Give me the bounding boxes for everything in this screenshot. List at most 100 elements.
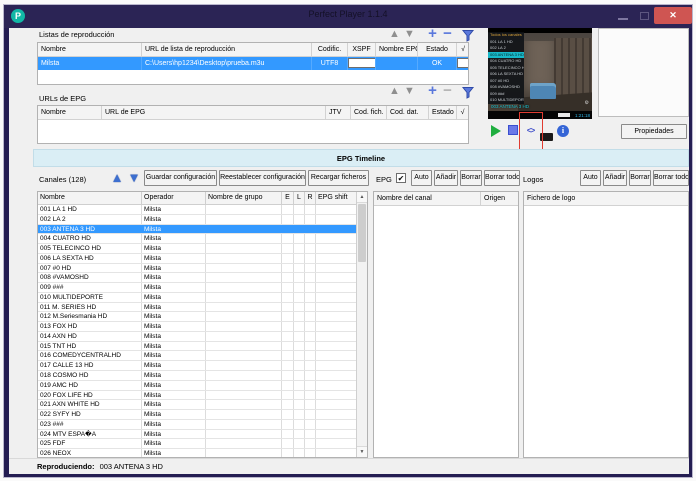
cell-empty — [305, 205, 316, 214]
channel-row[interactable]: 003 ANTENA 3 HD Milsta — [38, 224, 367, 235]
cell-empty — [282, 283, 294, 292]
channel-row[interactable]: 020 FOX LIFE HD Milsta — [38, 390, 367, 401]
logos-delete-button[interactable]: Borrar — [629, 170, 651, 186]
epgurl-move-up-icon[interactable]: ▲ — [387, 85, 402, 99]
epg-timeline-bar[interactable]: EPG Timeline — [33, 149, 689, 167]
logos-table: Fichero de logo — [523, 191, 689, 458]
playlist-row[interactable]: Milsta C:\Users\hp1234\Desktop\prueba.m3u… — [38, 57, 468, 70]
cell-empty — [282, 449, 294, 457]
playlist-move-up-icon[interactable]: ▲ — [387, 28, 402, 42]
playlist-move-down-icon[interactable]: ▼ — [402, 28, 417, 42]
channels-scrollbar[interactable]: ▲ ▼ — [356, 192, 367, 457]
cell-nombre: 001 LA 1 HD — [38, 205, 142, 214]
save-config-button[interactable]: Guardar configuración — [144, 170, 217, 186]
cell-empty — [294, 263, 305, 273]
epg-delete-button[interactable]: Borrar — [460, 170, 482, 186]
epgurl-remove-icon[interactable]: − — [440, 83, 455, 99]
channel-row[interactable]: 018 COSMO HD Milsta — [38, 371, 367, 381]
epg-delete-all-button[interactable]: Borrar todo — [484, 170, 520, 186]
playlist-remove-icon[interactable]: − — [440, 28, 455, 42]
channel-row[interactable]: 007 #0 HD Milsta — [38, 263, 367, 274]
playlist-filter-icon[interactable] — [460, 28, 475, 42]
channel-row[interactable]: 004 CUATRO HD Milsta — [38, 234, 367, 245]
reset-config-button[interactable]: Reestablecer configuración — [219, 170, 306, 186]
side-blank-panel — [598, 28, 689, 117]
epgurl-filter-icon[interactable] — [460, 85, 475, 99]
cell-empty — [294, 449, 305, 457]
properties-button[interactable]: Propiedades — [621, 124, 687, 139]
channel-row[interactable]: 001 LA 1 HD Milsta — [38, 205, 367, 215]
cell-nombre: 023 ### — [38, 419, 142, 429]
channel-row[interactable]: 015 TNT HD Milsta — [38, 341, 367, 352]
channel-row[interactable]: 009 ### Milsta — [38, 283, 367, 293]
column-header: √ — [461, 46, 465, 53]
cell-empty — [305, 302, 316, 312]
maximize-button[interactable] — [640, 12, 649, 20]
channel-row[interactable]: 006 LA SEXTA HD Milsta — [38, 253, 367, 264]
logos-delete-all-button[interactable]: Borrar todo — [653, 170, 689, 186]
channel-row[interactable]: 011 M. SERIES HD Milsta — [38, 302, 367, 313]
epgurl-move-down-icon[interactable]: ▼ — [402, 85, 417, 99]
logos-auto-button[interactable]: Auto — [580, 170, 601, 186]
cell-empty — [282, 234, 294, 244]
epg-add-button[interactable]: Añadir — [434, 170, 458, 186]
cell-empty — [316, 205, 357, 214]
epg-urls-table-header: Nombre URL de EPG JTV Cod. fich. Cod. dat. Es… — [38, 106, 468, 120]
logos-table-header: Fichero de logo — [524, 192, 688, 206]
channel-row[interactable]: 016 COMEDYCENTRALHD Milsta — [38, 351, 367, 362]
cell-empty — [282, 302, 294, 312]
epgurl-add-icon[interactable]: + — [425, 83, 440, 99]
reload-files-button[interactable]: Recargar ficheros — [308, 170, 369, 186]
cell-nombre: 018 COSMO HD — [38, 371, 142, 380]
channels-section-label: Canales (128) — [39, 175, 87, 184]
active-checkbox[interactable]: ✔ — [457, 58, 468, 69]
cell-empty — [294, 234, 305, 244]
epg-auto-checkbox[interactable]: ✔ — [396, 173, 406, 183]
scrollbar-thumb[interactable] — [358, 204, 366, 262]
channel-row[interactable]: 002 LA 2 Milsta — [38, 214, 367, 225]
channel-row[interactable]: 014 AXN HD Milsta — [38, 331, 367, 342]
cell-empty — [206, 273, 282, 283]
cell-empty — [294, 390, 305, 400]
cell-empty — [305, 371, 316, 380]
channel-row[interactable]: 008 #VAMOSHD Milsta — [38, 273, 367, 284]
channel-row[interactable]: 021 AXN WHITE HD Milsta — [38, 400, 367, 411]
cell-empty — [282, 400, 294, 410]
cell-empty — [282, 253, 294, 263]
channel-move-up-icon[interactable]: ▲ — [109, 169, 125, 186]
cell-operador: Milsta — [142, 361, 206, 371]
info-button[interactable]: i — [557, 124, 572, 138]
scrollbar-down-icon[interactable]: ▼ — [357, 446, 367, 457]
gear-icon: ⚙ — [584, 100, 589, 106]
minimize-button[interactable] — [618, 18, 628, 20]
channel-row[interactable]: 026 NEOX Milsta — [38, 449, 367, 457]
cell-empty — [206, 312, 282, 322]
cell-empty — [316, 215, 357, 224]
channel-row[interactable]: 005 TELECINCO HD Milsta — [38, 244, 367, 254]
cell-empty — [206, 283, 282, 292]
close-button[interactable]: ✕ — [654, 7, 692, 24]
cell-empty — [316, 234, 357, 243]
column-header: Fichero de logo — [527, 195, 576, 202]
video-caption: 003 ANTENA 3 HD — [491, 104, 530, 109]
playlist-add-icon[interactable]: + — [425, 28, 440, 42]
cell-empty — [206, 449, 282, 457]
channel-row[interactable]: 023 ### Milsta — [38, 419, 367, 430]
scrollbar-up-icon[interactable]: ▲ — [357, 192, 367, 203]
channel-row[interactable]: 017 CALLE 13 HD Milsta — [38, 361, 367, 372]
channel-row[interactable]: 022 SYFY HD Milsta — [38, 410, 367, 420]
channel-row[interactable]: 024 MTV ESPA�A Milsta — [38, 429, 367, 440]
logos-add-button[interactable]: Añadir — [603, 170, 627, 186]
channel-row[interactable]: 025 FDF Milsta — [38, 439, 367, 450]
channel-row[interactable]: 010 MULTIDEPORTE Milsta — [38, 292, 367, 303]
channels-table-body: 001 LA 1 HD Milsta 002 LA 2 Milsta 003 ANTEN… — [38, 205, 367, 457]
play-button[interactable] — [489, 124, 504, 138]
channel-row[interactable]: 019 AMC HD Milsta — [38, 380, 367, 391]
channel-row[interactable]: 013 FOX HD Milsta — [38, 322, 367, 332]
channel-row[interactable]: 012 M.Seriesmania HD Milsta — [38, 312, 367, 323]
epg-auto-button[interactable]: Auto — [411, 170, 432, 186]
video-van — [530, 83, 556, 99]
xspf-checkbox[interactable] — [348, 58, 375, 69]
cell-active: ✔ — [457, 57, 468, 70]
channel-move-down-icon[interactable]: ▼ — [126, 169, 142, 186]
